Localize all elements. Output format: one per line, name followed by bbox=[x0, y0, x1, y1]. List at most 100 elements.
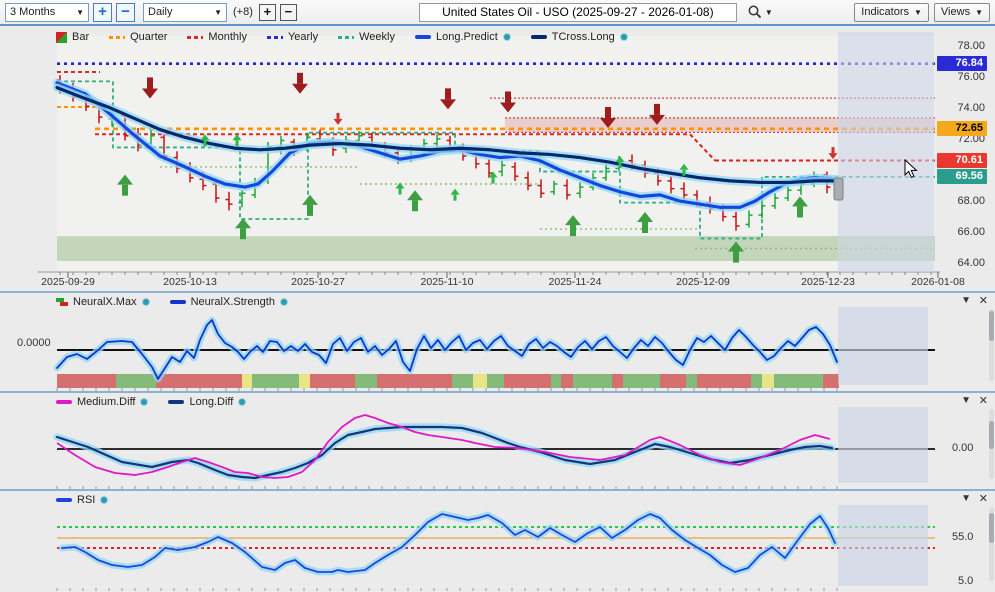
price-legend-item-yearly[interactable]: Yearly bbox=[267, 31, 318, 43]
price-band bbox=[57, 236, 935, 261]
price-legend-item-quarter[interactable]: Quarter bbox=[109, 31, 167, 43]
chart-application: 3 Months ▼ + − Daily ▼ (+8) + − ▼ Indica… bbox=[0, 0, 995, 592]
legend-label: Medium.Diff bbox=[77, 396, 135, 408]
indicators-button[interactable]: Indicators ▼ bbox=[854, 3, 929, 22]
close-panel-button[interactable]: ✕ bbox=[979, 395, 988, 407]
price-legend-item-long-predict[interactable]: Long.Predict bbox=[415, 31, 511, 43]
line-swatch-icon bbox=[415, 35, 431, 39]
chevron-down-icon[interactable]: ▼ bbox=[765, 8, 773, 17]
neuralx-max-strip bbox=[57, 374, 839, 388]
long-diff-line bbox=[57, 427, 832, 478]
rsi-legend-item-rsi[interactable]: RSI bbox=[56, 494, 108, 506]
y-axis-price-label: 74.00 bbox=[939, 102, 985, 114]
x-axis-date-label: 2025-11-10 bbox=[405, 276, 489, 288]
forecast-region bbox=[838, 505, 928, 586]
price-legend-item-monthly[interactable]: Monthly bbox=[187, 31, 247, 43]
dashed-line-swatch-icon bbox=[338, 36, 354, 39]
x-axis-date-label: 2026-01-08 bbox=[896, 276, 980, 288]
bars-plus-button[interactable]: + bbox=[259, 4, 276, 21]
views-button[interactable]: Views ▼ bbox=[934, 3, 990, 22]
y-axis-price-label: 64.00 bbox=[939, 257, 985, 269]
price-level-badge: 72.65 bbox=[937, 121, 987, 136]
x-axis-date-label: 2025-09-29 bbox=[26, 276, 110, 288]
forecast-region bbox=[838, 407, 928, 483]
bottom-ticks bbox=[57, 588, 837, 591]
chevron-down-icon: ▼ bbox=[214, 8, 222, 17]
collapse-panel-button[interactable]: ▼ bbox=[961, 395, 971, 407]
rsi-level-label-5: 5.0 bbox=[958, 575, 973, 587]
info-icon[interactable] bbox=[280, 298, 288, 306]
line-swatch-icon bbox=[56, 498, 72, 502]
neuralx-zero-label: 0.0000 bbox=[17, 337, 51, 349]
x-axis-date-label: 2025-11-24 bbox=[533, 276, 617, 288]
panel-scrollbar[interactable] bbox=[989, 409, 994, 479]
close-panel-button[interactable]: ✕ bbox=[979, 493, 988, 505]
info-icon[interactable] bbox=[100, 496, 108, 504]
dashed-line-swatch-icon bbox=[187, 36, 203, 39]
legend-label: Monthly bbox=[208, 31, 247, 43]
forecast-region bbox=[838, 32, 934, 272]
chevron-down-icon: ▼ bbox=[914, 8, 922, 17]
y-axis-price-label: 78.00 bbox=[939, 40, 985, 52]
diff-legend-item-long-diff[interactable]: Long.Diff bbox=[168, 396, 246, 408]
info-icon[interactable] bbox=[238, 398, 246, 406]
info-icon[interactable] bbox=[140, 398, 148, 406]
neuralx-legend: NeuralX.Max NeuralX.Strength bbox=[56, 296, 288, 308]
x-axis-date-label: 2025-10-13 bbox=[148, 276, 232, 288]
legend-label: RSI bbox=[77, 494, 95, 506]
zoom-in-button[interactable]: + bbox=[93, 3, 112, 22]
info-icon[interactable] bbox=[503, 33, 511, 41]
price-level-badge: 69.56 bbox=[937, 169, 987, 184]
diff-zero-label: 0.00 bbox=[952, 442, 973, 454]
search-icon[interactable] bbox=[747, 4, 763, 20]
range-select-value: 3 Months bbox=[10, 6, 55, 18]
period-select[interactable]: Daily ▼ bbox=[143, 3, 227, 22]
diff-legend: Medium.Diff Long.Diff bbox=[56, 396, 246, 408]
price-level-badge: 76.84 bbox=[937, 56, 987, 71]
period-select-value: Daily bbox=[148, 6, 172, 18]
toolbar: 3 Months ▼ + − Daily ▼ (+8) + − ▼ Indica… bbox=[0, 0, 995, 26]
diff-legend-item-medium-diff[interactable]: Medium.Diff bbox=[56, 396, 148, 408]
legend-label: NeuralX.Strength bbox=[191, 296, 275, 308]
collapse-panel-button[interactable]: ▼ bbox=[961, 295, 971, 307]
rsi-level-label-55: 55.0 bbox=[952, 531, 973, 543]
legend-label: Quarter bbox=[130, 31, 167, 43]
rsi-legend: RSI bbox=[56, 494, 108, 506]
chevron-down-icon: ▼ bbox=[76, 8, 84, 17]
neuralx-legend-item-neuralx-strength[interactable]: NeuralX.Strength bbox=[170, 296, 288, 308]
histogram-swatch-icon bbox=[56, 298, 68, 307]
info-icon[interactable] bbox=[142, 298, 150, 306]
y-axis-price-label: 76.00 bbox=[939, 71, 985, 83]
neuralx-panel: NeuralX.Max NeuralX.Strength 0.0000 ▼ ✕ bbox=[0, 293, 995, 391]
symbol-title-input[interactable] bbox=[419, 3, 737, 22]
price-legend-item-weekly[interactable]: Weekly bbox=[338, 31, 395, 43]
drag-handle[interactable] bbox=[834, 178, 843, 200]
y-axis-price-label: 68.00 bbox=[939, 195, 985, 207]
panel-scrollbar[interactable] bbox=[989, 507, 994, 581]
x-axis-date-label: 2025-10-27 bbox=[276, 276, 360, 288]
close-panel-button[interactable]: ✕ bbox=[979, 295, 988, 307]
rsi-panel: RSI 55.0 5.0 ▼ ✕ bbox=[0, 491, 995, 592]
neuralx-legend-item-neuralx-max[interactable]: NeuralX.Max bbox=[56, 296, 150, 308]
price-chart-legend: Bar Quarter Monthly Yearly Weekly Long.Predic… bbox=[56, 31, 628, 43]
panel-scrollbar[interactable] bbox=[989, 309, 994, 381]
dashed-line-swatch-icon bbox=[267, 36, 283, 39]
price-legend-item-bar[interactable]: Bar bbox=[56, 31, 89, 43]
bars-minus-button[interactable]: − bbox=[280, 4, 297, 21]
search-control[interactable]: ▼ bbox=[747, 4, 773, 20]
info-icon[interactable] bbox=[620, 33, 628, 41]
dashed-line-swatch-icon bbox=[109, 36, 125, 39]
collapse-panel-button[interactable]: ▼ bbox=[961, 493, 971, 505]
range-select[interactable]: 3 Months ▼ bbox=[5, 3, 89, 22]
legend-label: Weekly bbox=[359, 31, 395, 43]
long-diff-line-glow bbox=[57, 427, 832, 478]
price-legend-item-tcross-long[interactable]: TCross.Long bbox=[531, 31, 628, 43]
x-axis-date-label: 2025-12-23 bbox=[786, 276, 870, 288]
x-axis-date-label: 2025-12-09 bbox=[661, 276, 745, 288]
views-button-label: Views bbox=[941, 6, 970, 18]
legend-label: Bar bbox=[72, 31, 89, 43]
price-level-badge: 70.61 bbox=[937, 153, 987, 168]
legend-label: Long.Diff bbox=[189, 396, 233, 408]
zoom-out-button[interactable]: − bbox=[116, 3, 135, 22]
forecast-region bbox=[838, 307, 928, 385]
